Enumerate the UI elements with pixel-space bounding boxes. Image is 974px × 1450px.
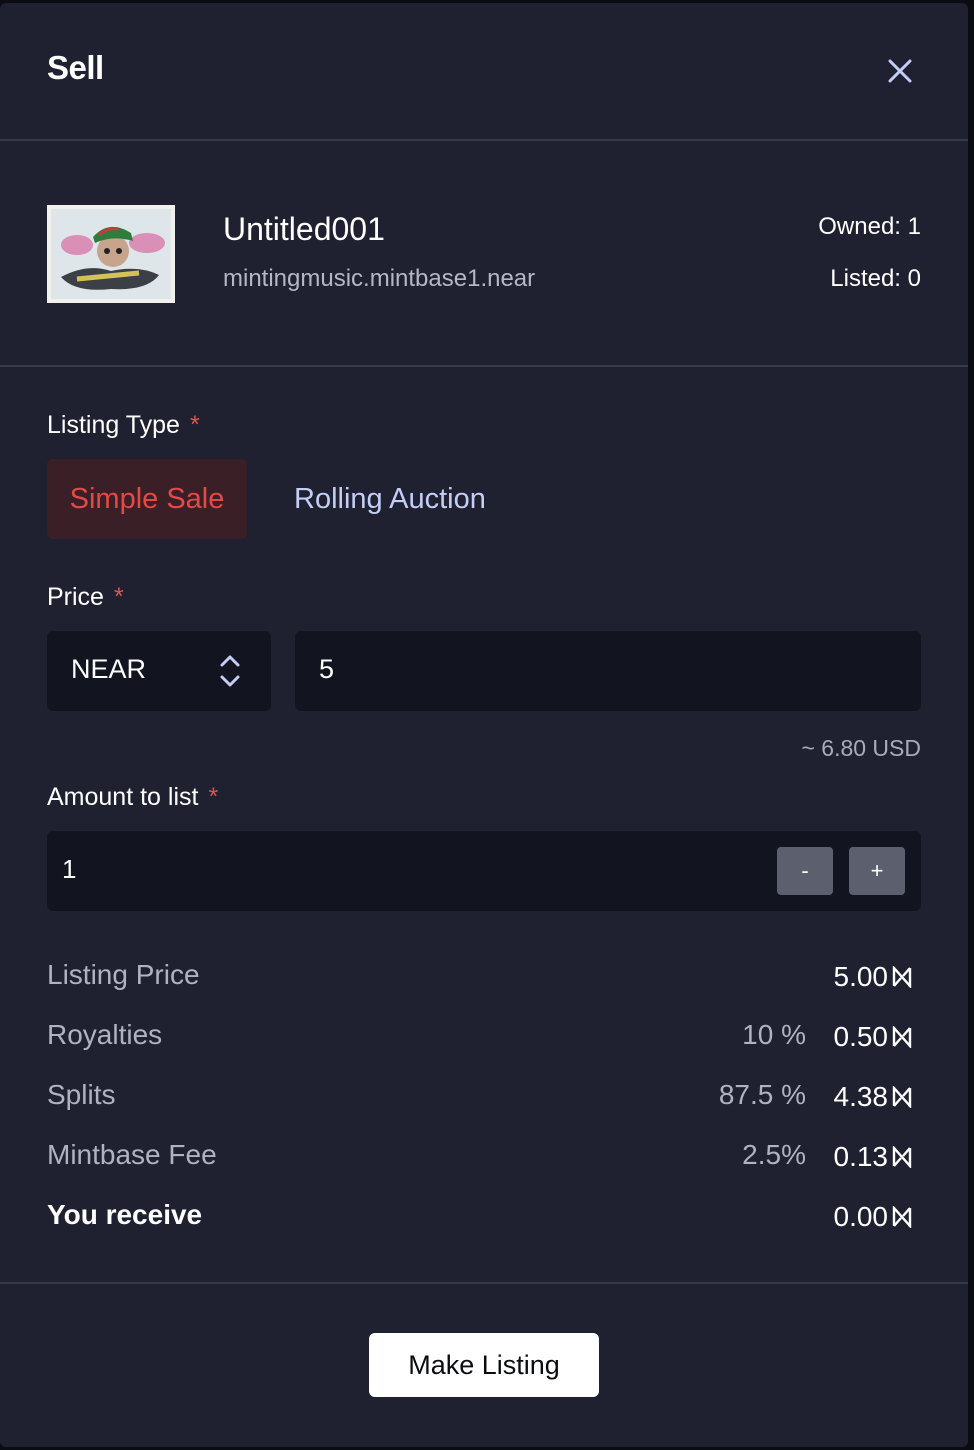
mintbase-fee-value: 0.13 [833,1141,889,1172]
royalties-value: 0.50 [833,1021,889,1052]
mintbase-fee-label: Mintbase Fee [47,1139,217,1170]
close-icon[interactable] [882,53,918,89]
currency-value: NEAR [71,654,147,684]
listing-type-label: Listing Type * [47,411,200,440]
amount-value: 1 [62,854,77,884]
summary-royalties: Royalties 10 % 0.50 [47,1015,921,1055]
royalties-label: Royalties [47,1019,163,1050]
near-currency-icon [892,1086,912,1108]
summary-listing-price: Listing Price 5.00 [47,955,921,995]
price-label: Price * [47,583,124,612]
splits-label: Splits [47,1079,116,1110]
price-input[interactable]: 5 [295,631,921,711]
you-receive-label: You receive [47,1199,203,1230]
token-contract: mintingmusic.mintbase1.near [223,265,536,292]
token-summary: Untitled001 mintingmusic.mintbase1.near … [0,141,968,367]
select-updown-icon [220,655,240,687]
listing-price-label: Listing Price [47,959,200,990]
required-asterisk: * [208,783,219,811]
decrement-button[interactable]: - [777,847,833,895]
footer-divider [0,1282,968,1284]
make-listing-button[interactable]: Make Listing [369,1333,599,1397]
required-asterisk: * [189,411,200,439]
summary-splits: Splits 87.5 % 4.38 [47,1075,921,1115]
summary-you-receive: You receive 0.00 [47,1195,921,1235]
price-value: 5 [319,654,335,684]
royalties-amount: 0.50 [834,1021,914,1053]
mintbase-fee-amount: 0.13 [834,1141,914,1173]
modal-title: Sell [47,49,104,86]
splits-amount: 4.38 [834,1081,914,1113]
listing-price-amount: 5.00 [834,961,914,993]
price-label-text: Price [47,583,104,611]
summary-mintbase-fee: Mintbase Fee 2.5% 0.13 [47,1135,921,1175]
splits-percent: 87.5 % [718,1079,806,1110]
modal-header: Sell [0,3,968,141]
amount-label: Amount to list * [47,783,218,812]
splits-value: 4.38 [833,1081,889,1112]
required-asterisk: * [113,583,124,611]
you-receive-amount: 0.00 [834,1201,914,1233]
listing-price-value: 5.00 [833,961,889,992]
tab-rolling-auction[interactable]: Rolling Auction [294,459,486,539]
nft-thumbnail [47,205,175,303]
currency-select[interactable]: NEAR [47,631,271,711]
near-currency-icon [892,1146,912,1168]
sell-modal: Sell Untitled001 mintingmusic.mintbase1.… [0,3,968,1447]
mintbase-fee-percent: 2.5% [742,1139,806,1170]
listing-type-label-text: Listing Type [47,411,180,439]
near-currency-icon [892,966,912,988]
token-name: Untitled001 [223,211,385,247]
increment-button[interactable]: + [849,847,905,895]
near-currency-icon [892,1026,912,1048]
amount-label-text: Amount to list [47,783,199,811]
listed-count: Listed: 0 [830,265,921,292]
usd-estimate: ~ 6.80 USD [801,735,921,761]
amount-input[interactable]: 1 - + [47,831,921,911]
near-currency-icon [892,1206,912,1228]
tab-simple-sale[interactable]: Simple Sale [47,459,247,539]
you-receive-value: 0.00 [833,1201,889,1232]
owned-count: Owned: 1 [818,213,921,240]
royalties-percent: 10 % [742,1019,806,1050]
